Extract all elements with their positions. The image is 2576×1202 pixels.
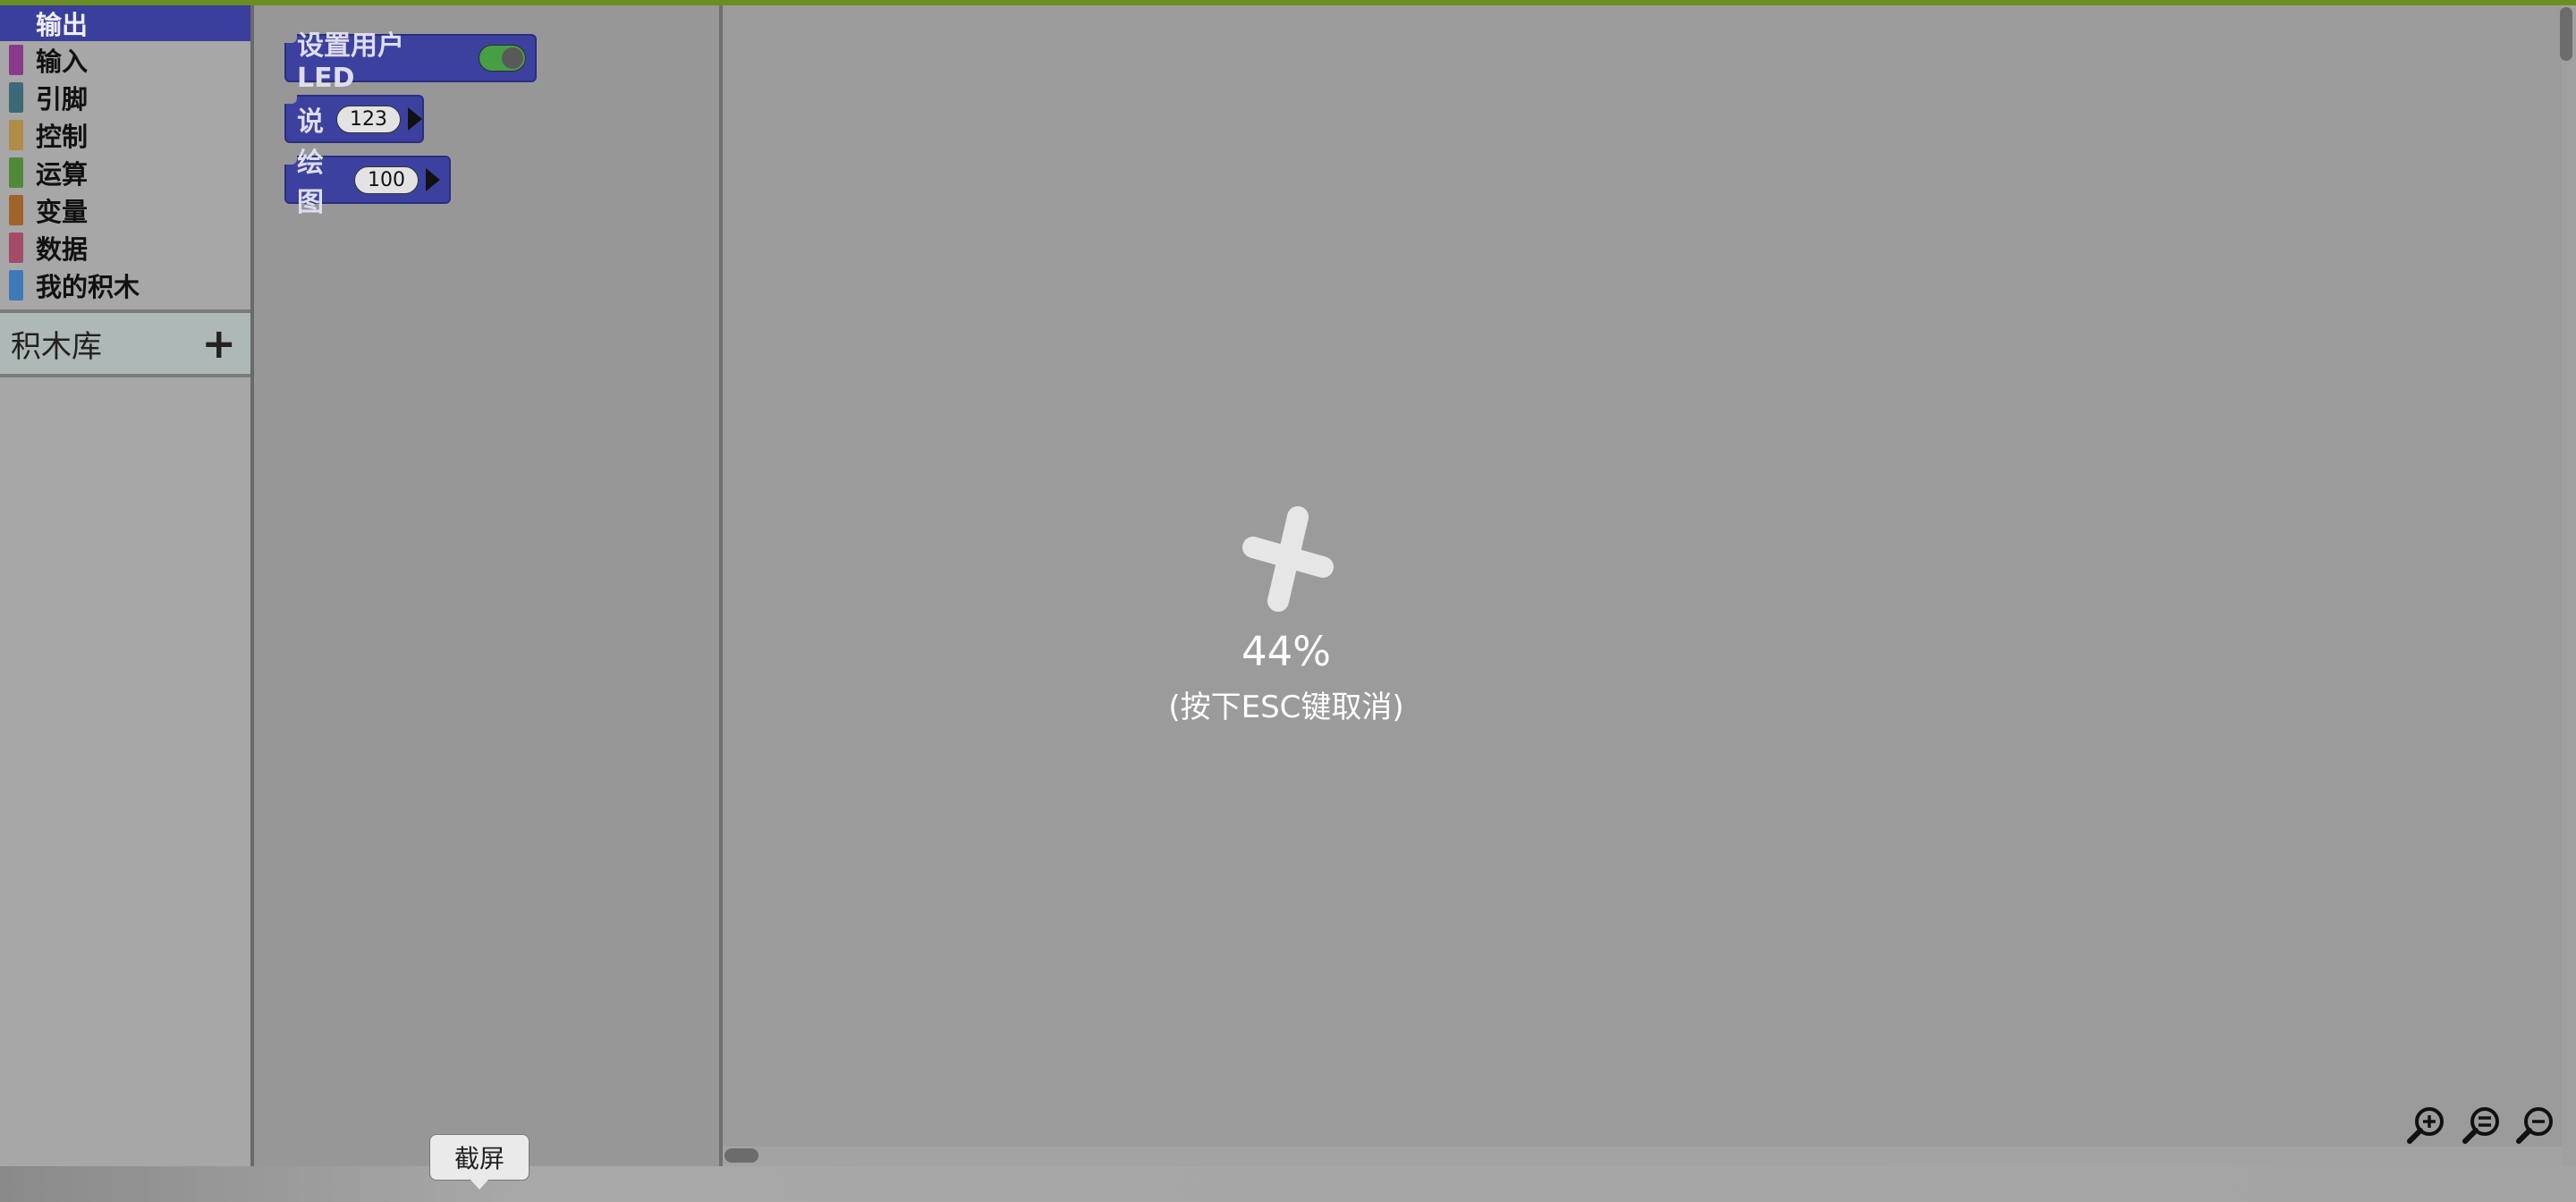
plot-value-input[interactable]: 100: [354, 165, 419, 194]
zoom-in-icon[interactable]: [2404, 1104, 2447, 1147]
category-variables[interactable]: 变量: [0, 191, 250, 229]
block-label: 说: [297, 106, 324, 138]
loading-spinner-icon: [1242, 506, 1334, 612]
category-pins[interactable]: 引脚: [0, 79, 250, 116]
play-arrow-icon: [408, 107, 422, 131]
category-label: 输出: [36, 10, 89, 40]
category-swatch: [9, 8, 23, 38]
set-user-led-block[interactable]: 设置用户 LED: [284, 30, 537, 94]
category-swatch: [9, 45, 23, 75]
category-swatch: [9, 157, 23, 188]
category-data[interactable]: 数据: [0, 229, 250, 267]
loading-overlay: 44% (按下ESC键取消): [1161, 501, 1411, 733]
category-operators[interactable]: 运算: [0, 154, 250, 191]
category-label: 变量: [36, 197, 89, 227]
play-arrow-icon: [426, 168, 440, 191]
block-label: 设置用户 LED: [297, 30, 404, 94]
zoom-out-icon[interactable]: [2513, 1104, 2556, 1147]
say-value-input[interactable]: 123: [336, 105, 401, 133]
category-output[interactable]: 输出: [0, 5, 250, 41]
plot-block[interactable]: 绘图 100: [284, 148, 451, 218]
bottom-toolbar: [0, 1166, 2576, 1202]
led-toggle[interactable]: [479, 45, 526, 72]
category-sidebar: 输出 输入 引脚 控制 运算 变量 数据 我的积木 积木库 +: [0, 5, 254, 1166]
category-swatch: [9, 82, 23, 113]
category-swatch: [9, 270, 23, 300]
block-flyout: 设置用户 LED 说 123 绘图 100: [254, 5, 723, 1166]
category-swatch: [9, 120, 23, 150]
category-swatch: [9, 195, 23, 225]
toggle-knob: [502, 47, 523, 69]
category-input[interactable]: 输入: [0, 41, 250, 79]
zoom-reset-icon[interactable]: [2460, 1104, 2503, 1147]
category-my-blocks[interactable]: 我的积木: [0, 267, 250, 304]
category-label: 输入: [36, 47, 89, 77]
category-label: 数据: [36, 234, 89, 265]
screenshot-tooltip: 截屏: [429, 1134, 530, 1189]
workspace-canvas[interactable]: [723, 5, 2562, 1166]
loading-percent: 44%: [1241, 628, 1332, 675]
category-swatch: [9, 233, 23, 263]
category-control[interactable]: 控制: [0, 116, 250, 154]
horizontal-scrollbar[interactable]: [723, 1147, 2562, 1166]
category-label: 引脚: [36, 84, 89, 114]
add-library-button[interactable]: +: [201, 323, 236, 364]
say-block[interactable]: 说 123: [284, 95, 424, 143]
vertical-scrollbar[interactable]: [2562, 5, 2576, 1166]
block-library-label: 积木库: [11, 328, 102, 365]
vertical-scroll-thumb[interactable]: [2560, 7, 2572, 61]
category-label: 控制: [36, 122, 89, 152]
block-library-row[interactable]: 积木库 +: [0, 309, 250, 377]
category-label: 我的积木: [36, 272, 140, 302]
category-label: 运算: [36, 159, 89, 190]
app-root: 输出 输入 引脚 控制 运算 变量 数据 我的积木 积木库 + 设置用户 LED…: [0, 0, 2576, 1202]
horizontal-scroll-thumb[interactable]: [724, 1148, 758, 1163]
cancel-hint: (按下ESC键取消): [1168, 690, 1404, 725]
block-label: 绘图: [297, 148, 324, 218]
